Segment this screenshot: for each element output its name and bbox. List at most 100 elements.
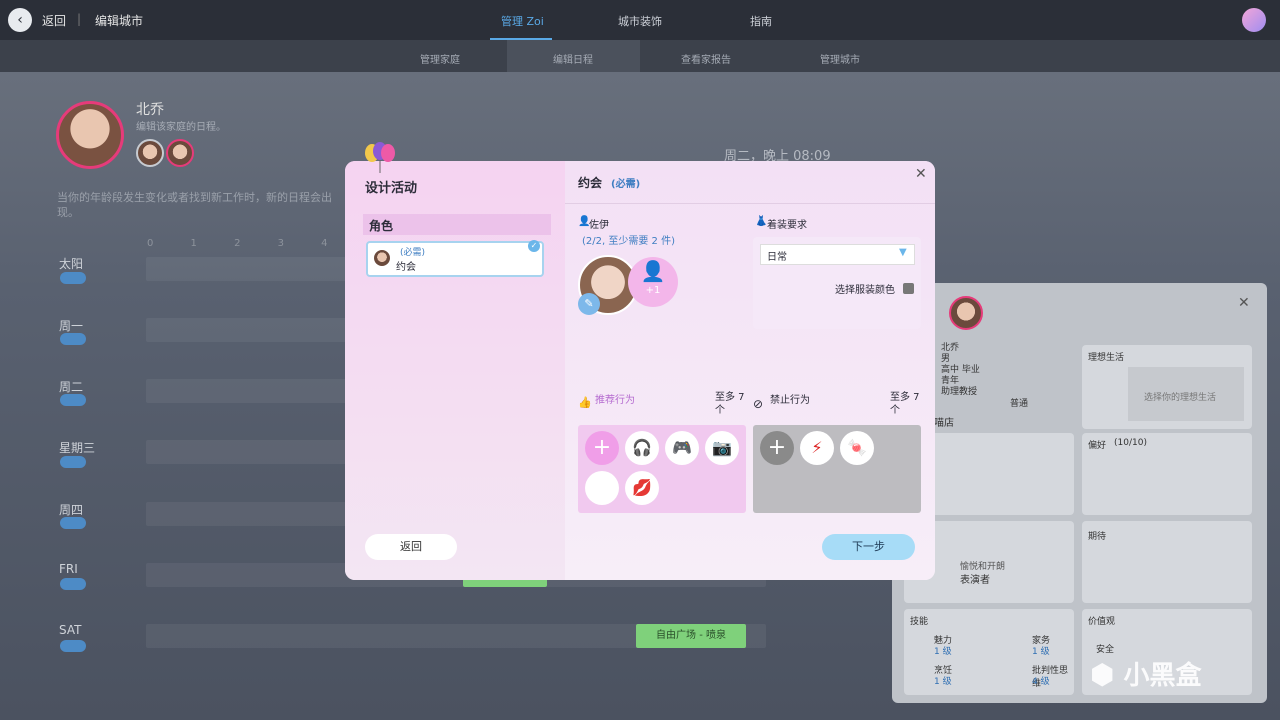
thumbs-up-icon: 👍 (578, 396, 592, 409)
tab-manage-zoi[interactable]: 管理 Zoi (501, 13, 544, 29)
activity-title: 约会 (578, 176, 603, 190)
subtab-manage-city[interactable]: 管理城市 (820, 51, 860, 66)
watermark-text: 小黑盒 (1123, 661, 1202, 691)
role-avatar (374, 250, 390, 266)
preferences-title: 偏好 (1088, 441, 1107, 451)
profile-age: 青年 (941, 376, 960, 386)
subtab-edit-schedule[interactable]: 编辑日程 (553, 51, 593, 66)
color-checkbox[interactable] (903, 283, 914, 294)
expectation-card[interactable]: 期待 (1082, 521, 1252, 603)
next-button[interactable]: 下一步 (822, 534, 915, 560)
tab-guide[interactable]: 指南 (750, 13, 772, 29)
add-recommended-button[interactable]: + (585, 431, 619, 465)
profile-panel: ✕ 北乔 男 高中 毕业 青年 助理教授 普通 喵店 理想生活 选择你的理想生活… (892, 283, 1267, 703)
subtab-manage-family[interactable]: 管理家庭 (420, 51, 460, 66)
member-avatar[interactable] (136, 139, 164, 167)
schedule-info-text: 当你的年龄段发生变化或者找到新工作时，新的日程会出现。 (57, 191, 332, 219)
back-arrow-icon[interactable]: ‹ (8, 8, 32, 32)
avatar[interactable] (56, 101, 124, 169)
household-name: 北乔 (136, 102, 164, 118)
close-icon[interactable]: ✕ (915, 166, 927, 182)
lips-icon[interactable]: 💋 (625, 471, 659, 505)
expectation-title: 期待 (1088, 532, 1107, 542)
plus-one-label: +1 (645, 285, 661, 296)
day-toggle[interactable] (60, 578, 86, 590)
day-label: 星期三 (59, 441, 96, 455)
day-label: 周二 (59, 380, 84, 394)
chevron-down-icon: ▼ (899, 247, 907, 258)
subtab-family-report[interactable]: 查看家报告 (681, 51, 731, 66)
choose-color-label: 选择服装颜色 (835, 285, 895, 296)
profile-name: 北乔 (941, 343, 960, 353)
gamepad-icon[interactable]: 🎮 (665, 431, 699, 465)
candy-icon[interactable]: 🍬 (840, 431, 874, 465)
skills-title: 技能 (910, 617, 929, 627)
activity-required: (必需) (611, 179, 641, 190)
recommended-label: 推荐行为 (595, 395, 635, 406)
profile-info: 北乔 男 高中 毕业 青年 助理教授 (941, 343, 980, 398)
performer-title: 表演者 (960, 575, 990, 586)
headphones-icon[interactable]: 🎧 (625, 431, 659, 465)
profile-gender: 男 (941, 354, 951, 364)
edit-city-label: 编辑城市 (95, 14, 144, 28)
add-forbidden-button[interactable]: + (760, 431, 794, 465)
heart-icon[interactable]: ❤ (585, 471, 619, 505)
day-label: 周四 (59, 503, 84, 517)
preferences-card[interactable]: 偏好 (10/10) (1082, 433, 1252, 515)
ideal-life-title: 理想生活 (1088, 353, 1125, 363)
day-toggle[interactable] (60, 640, 86, 652)
dress-value: 日常 (767, 252, 787, 263)
role-item[interactable]: (必需) 约会 ✓ (366, 240, 544, 277)
character-count: (2/2, 至少需要 2 件) (582, 236, 675, 247)
dress-code-label: 着装要求 (767, 220, 807, 231)
preferences-count: (10/10) (1114, 438, 1147, 448)
day-label: 太阳 (59, 257, 84, 271)
day-toggle[interactable] (60, 394, 86, 406)
back-link[interactable]: 返回 (42, 12, 66, 29)
tab-city-decor[interactable]: 城市装饰 (618, 13, 662, 29)
dialog-title: 设计活动 (365, 181, 418, 196)
person-silhouette-icon: 👤 (640, 259, 666, 283)
profile-status: 普通 (1010, 399, 1029, 409)
day-toggle[interactable] (60, 456, 86, 468)
recommended-max: 至多 7 个 (715, 392, 745, 416)
recommended-box: + 🎧 🎮 📷 ❤ 💋 (578, 425, 746, 513)
skills-card[interactable]: 技能 魅力 1 级 家务 1 级 烹饪 1 级 批判性思维 4 级 (904, 609, 1074, 695)
ideal-life-hint: 选择你的理想生活 (1144, 393, 1217, 403)
watermark: ⬢ 小黑盒 (1090, 655, 1202, 692)
member-avatar[interactable] (166, 139, 194, 167)
shop-button[interactable]: 喵店 (934, 414, 954, 429)
skill-level: 1 级 (934, 677, 952, 687)
divider: | (77, 12, 82, 26)
values-item: 安全 (1096, 645, 1115, 655)
back-button[interactable]: 返回 (365, 534, 457, 560)
skill-level: 1 级 (1032, 647, 1050, 657)
forbidden-max: 至多 7 个 (890, 392, 920, 416)
profile-job: 助理教授 (941, 387, 978, 397)
skill-level: 1 级 (934, 647, 952, 657)
schedule-event[interactable]: 自由广场 - 喷泉 (636, 624, 746, 648)
forbidden-box: + ⚡ 🍬 (753, 425, 921, 513)
day-toggle[interactable] (60, 272, 86, 284)
character-name: 佐伊 (589, 220, 609, 231)
role-header: 角色 (369, 219, 394, 233)
forbidden-label: 禁止行为 (770, 395, 810, 406)
dress-dropdown[interactable]: 日常 ▼ (760, 244, 915, 265)
skill-level: 4 级 (1032, 677, 1050, 687)
user-menu-icon[interactable] (1242, 8, 1266, 32)
camera-icon[interactable]: 📷 (705, 431, 739, 465)
top-bar: ‹ 返回 | 编辑城市 管理 Zoi 城市装饰 指南 (0, 0, 1280, 40)
day-toggle[interactable] (60, 517, 86, 529)
ideal-life-card[interactable]: 理想生活 选择你的理想生活 (1082, 345, 1252, 429)
lightning-icon[interactable]: ⚡ (800, 431, 834, 465)
values-title: 价值观 (1088, 617, 1116, 627)
day-toggle[interactable] (60, 333, 86, 345)
close-icon[interactable]: ✕ (1238, 295, 1250, 311)
watermark-logo-icon: ⬢ (1090, 658, 1115, 691)
check-icon: ✓ (528, 240, 540, 252)
sub-tab-bar: 管理家庭 编辑日程 查看家报告 管理城市 (0, 40, 1280, 72)
edit-pencil-icon[interactable]: ✎ (578, 293, 600, 315)
design-activity-dialog: 设计活动 角色 (必需) 约会 ✓ 返回 约会 (必需) ✕ 👤 佐伊 (2/2… (345, 161, 935, 580)
add-partner-button[interactable]: 👤 +1 (628, 257, 678, 307)
role-label: 约会 (396, 262, 416, 273)
